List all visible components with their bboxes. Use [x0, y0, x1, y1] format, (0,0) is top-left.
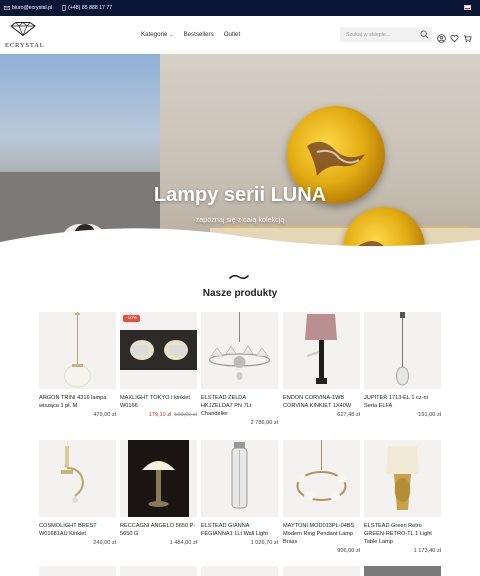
product-image[interactable]: [364, 312, 441, 389]
product-card-partial[interactable]: [201, 566, 278, 576]
product-name[interactable]: JUPITER 1713-EL 1 cz-ni Seria ELFA: [364, 394, 441, 410]
product-name[interactable]: ELSTEAD GIANNA FEGIANNA1 1Lt Wall Light: [201, 522, 278, 538]
hero-wave-divider: [0, 228, 480, 258]
mail-icon: [4, 6, 10, 10]
product-image[interactable]: [201, 312, 278, 389]
product-price: 191,00 zł: [418, 412, 441, 418]
product-card[interactable]: RECCAGNI ANGELO 5650 P-5650 G 1 484,00 z…: [120, 440, 197, 546]
main-nav: Kategorie ⌄ Bestsellers Outlet: [141, 31, 240, 38]
product-price: 249,00 zł: [93, 540, 116, 546]
product-name[interactable]: ARGON TRINI 4316 lampa wisząca 1 pł. M: [39, 394, 116, 410]
product-card[interactable]: ELSTEAD Green Retro GREEN-RETRO-TL 1 Lig…: [364, 440, 441, 554]
cart-icon[interactable]: [463, 30, 472, 43]
top-bar: biuro@ecrystal.pl (+48) 85 888 17 77: [0, 0, 480, 16]
product-image[interactable]: [283, 440, 360, 517]
product-card[interactable]: ENDON CORVINA-1WB CORVINA KINKIET 1X40W …: [283, 312, 360, 418]
email-contact[interactable]: biuro@ecrystal.pl: [4, 5, 52, 11]
account-icon[interactable]: [437, 30, 446, 43]
product-name[interactable]: MAXLIGHT TOKYO I kinkiet W0166: [120, 394, 197, 410]
diamond-logo-icon: [10, 22, 36, 37]
phone-icon: [62, 5, 67, 11]
product-name[interactable]: RECCAGNI ANGELO 5650 P-5650 G: [120, 522, 197, 538]
product-price: 627,48 zł: [337, 412, 360, 418]
product-card-partial[interactable]: [283, 566, 360, 576]
search-icon[interactable]: [420, 30, 429, 39]
product-price: 1 173,40 zł: [413, 548, 441, 554]
product-price: 906,00 zł: [337, 548, 360, 554]
product-name[interactable]: MAYTONI MOD013PL-04BS Modern Ring Pendan…: [283, 522, 360, 546]
sale-price: 179,10 zł: [148, 412, 172, 418]
hero-banner[interactable]: Lampy serii LUNA zapoznaj się z całą kol…: [0, 54, 480, 258]
product-name[interactable]: COSMOLIGHT BREST W01681AU Kinkiet: [39, 522, 116, 538]
product-card[interactable]: ELSTEAD ZELDA HKJZELDA7 PN 7Lt Chandelie…: [201, 312, 278, 426]
phone-contact[interactable]: (+48) 85 888 17 77: [62, 5, 112, 11]
email-text: biuro@ecrystal.pl: [12, 5, 53, 11]
search-input[interactable]: [346, 29, 416, 40]
chevron-down-icon: ⌄: [169, 32, 174, 38]
product-card[interactable]: ELSTEAD GIANNA FEGIANNA1 1Lt Wall Light …: [201, 440, 278, 546]
product-card[interactable]: -10% MAXLIGHT TOKYO I kinkiet W0166 179,…: [120, 312, 197, 418]
nav-outlet[interactable]: Outlet: [224, 31, 241, 38]
product-card-partial[interactable]: [39, 566, 116, 576]
search-box: [340, 27, 432, 42]
product-price: 179,10 zł 199,00 zł: [120, 412, 197, 418]
product-image[interactable]: -10%: [120, 312, 197, 389]
logo-text: ECRYSTAL: [5, 42, 45, 49]
hero-title: Lampy serii LUNA: [153, 184, 327, 206]
product-card[interactable]: JUPITER 1713-EL 1 cz-ni Seria ELFA 191,0…: [364, 312, 441, 418]
product-price: 1 484,00 zł: [169, 540, 197, 546]
section-title: Nasze produkty: [202, 288, 278, 299]
product-price: 1 026,70 zł: [250, 540, 278, 546]
product-image[interactable]: [120, 440, 197, 517]
nav-kategorie[interactable]: Kategorie ⌄: [141, 31, 173, 38]
nav-bestsellers[interactable]: Bestsellers: [183, 31, 213, 38]
language-flag-pl[interactable]: [464, 5, 471, 10]
old-price: 199,00 zł: [174, 412, 197, 418]
discount-badge: -10%: [123, 315, 141, 322]
product-image[interactable]: [39, 312, 116, 389]
product-image[interactable]: [364, 440, 441, 517]
product-image[interactable]: [201, 440, 278, 517]
product-name[interactable]: ELSTEAD ZELDA HKJZELDA7 PN 7Lt Chandelie…: [201, 394, 278, 418]
product-card-partial[interactable]: [364, 566, 441, 576]
product-name[interactable]: ELSTEAD Green Retro GREEN-RETRO-TL 1 Lig…: [364, 522, 441, 546]
product-price: 479,00 zł: [93, 412, 116, 418]
site-header: ECRYSTAL Kategorie ⌄ Bestsellers Outlet: [0, 16, 480, 54]
product-name[interactable]: ENDON CORVINA-1WB CORVINA KINKIET 1X40W: [283, 394, 360, 410]
product-card-partial[interactable]: [120, 566, 197, 576]
logo[interactable]: ECRYSTAL: [5, 22, 45, 49]
product-card[interactable]: MAYTONI MOD013PL-04BS Modern Ring Pendan…: [283, 440, 360, 554]
product-image[interactable]: [283, 312, 360, 389]
product-card[interactable]: ARGON TRINI 4316 lampa wisząca 1 pł. M 4…: [39, 312, 116, 418]
product-card[interactable]: COSMOLIGHT BREST W01681AU Kinkiet 249,00…: [39, 440, 116, 546]
phone-text: (+48) 85 888 17 77: [68, 5, 113, 11]
product-price: 2 786,00 zł: [250, 420, 278, 426]
wishlist-heart-icon[interactable]: [450, 30, 459, 43]
product-image[interactable]: [39, 440, 116, 517]
section-ornament-icon: [229, 274, 249, 280]
